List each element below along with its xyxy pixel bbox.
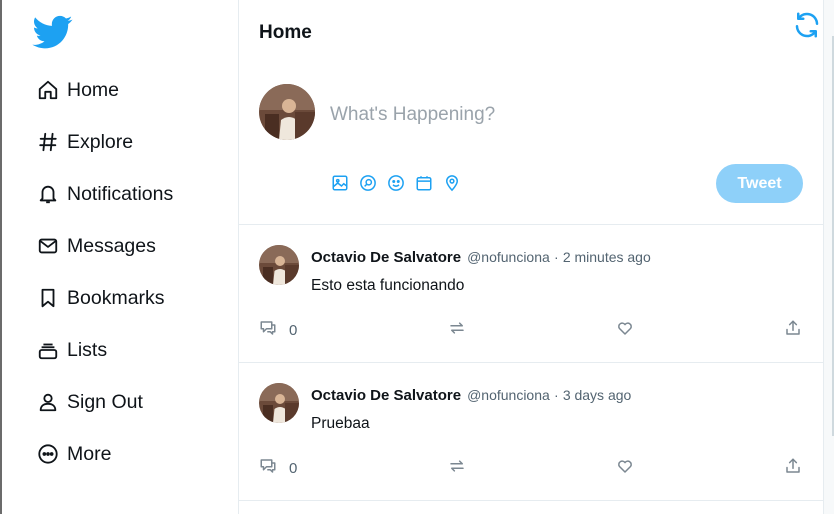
heart-icon — [616, 319, 634, 342]
reply-count: 0 — [289, 321, 298, 339]
tweet-author-handle[interactable]: @nofunciona — [467, 249, 550, 265]
avatar[interactable] — [259, 245, 299, 285]
main-feed: Home Tweet — [239, 0, 823, 514]
sidebar: Home Explore Notifications Messages Book… — [2, 0, 238, 514]
user-icon — [36, 390, 60, 414]
sidebar-item-label: Messages — [67, 234, 156, 257]
sidebar-item-home[interactable]: Home — [36, 74, 119, 106]
list-icon — [36, 338, 60, 362]
tweet-text: Esto esta funcionando — [311, 277, 465, 294]
hashtag-icon — [36, 130, 60, 154]
tweet-timestamp: 2 minutes ago — [562, 249, 651, 265]
image-icon[interactable] — [331, 174, 349, 192]
sidebar-item-label: Home — [67, 78, 120, 101]
tweet-header: Octavio De Salvatore @nofunciona · 3 days… — [311, 387, 631, 404]
heart-icon — [616, 457, 634, 480]
sidebar-item-label: Notifications — [67, 182, 174, 205]
schedule-icon[interactable] — [415, 174, 433, 192]
avatar[interactable] — [259, 383, 299, 423]
sidebar-item-label: Bookmarks — [67, 286, 165, 309]
retweet-icon — [448, 457, 466, 480]
tweet-text: Pruebaa — [311, 415, 370, 432]
tweet-separator: · — [553, 249, 559, 265]
compose-toolbar — [331, 174, 461, 192]
reply-button[interactable]: 0 — [259, 458, 297, 478]
sidebar-item-label: Sign Out — [67, 390, 143, 413]
sidebar-item-label: Lists — [67, 338, 108, 361]
more-circle-icon — [36, 442, 60, 466]
home-icon — [36, 78, 60, 102]
like-button[interactable] — [616, 320, 634, 340]
tweet-header: Octavio De Salvatore @nofunciona · 2 minu… — [311, 249, 651, 266]
bookmark-icon — [36, 286, 60, 310]
reply-icon — [259, 319, 277, 342]
envelope-icon — [36, 234, 60, 258]
tweet-button[interactable]: Tweet — [716, 164, 803, 203]
tweet-timestamp: 3 days ago — [562, 387, 632, 403]
page-title: Home — [259, 22, 312, 43]
share-button[interactable] — [784, 320, 802, 340]
tweet-author-name[interactable]: Octavio De Salvatore — [311, 249, 461, 266]
retweet-button[interactable] — [448, 320, 466, 340]
share-icon — [784, 319, 802, 342]
reply-button[interactable]: 0 — [259, 320, 297, 340]
compose-input[interactable] — [330, 104, 690, 126]
tweet-item[interactable]: Octavio De Salvatore @nofunciona · 2 minu… — [239, 225, 823, 362]
avatar[interactable] — [259, 84, 315, 140]
emoji-icon[interactable] — [387, 174, 405, 192]
bell-icon — [36, 182, 60, 206]
scrollbar[interactable] — [824, 0, 834, 514]
sidebar-item-label: Explore — [67, 130, 134, 153]
retweet-icon — [448, 319, 466, 342]
sidebar-item-sign-out[interactable]: Sign Out — [36, 386, 143, 418]
tweet-item[interactable]: Octavio De Salvatore @nofunciona · 3 days… — [239, 363, 823, 500]
like-button[interactable] — [616, 458, 634, 478]
reply-count: 0 — [289, 459, 298, 477]
sidebar-item-messages[interactable]: Messages — [36, 230, 156, 262]
sidebar-item-notifications[interactable]: Notifications — [36, 178, 173, 210]
gif-search-icon[interactable] — [359, 174, 377, 192]
sidebar-item-lists[interactable]: Lists — [36, 334, 107, 366]
location-icon[interactable] — [443, 174, 461, 192]
sidebar-item-explore[interactable]: Explore — [36, 126, 133, 158]
tweet-author-handle[interactable]: @nofunciona — [467, 387, 550, 403]
share-icon — [784, 457, 802, 480]
share-button[interactable] — [784, 458, 802, 478]
tweet-separator: · — [553, 387, 559, 403]
twitter-bird-icon[interactable] — [32, 12, 74, 52]
tweet-author-name[interactable]: Octavio De Salvatore — [311, 387, 461, 404]
sidebar-item-bookmarks[interactable]: Bookmarks — [36, 282, 165, 314]
sidebar-item-label: More — [67, 442, 112, 465]
reply-icon — [259, 457, 277, 480]
refresh-icon[interactable] — [792, 10, 822, 40]
divider — [239, 500, 823, 501]
sidebar-item-more[interactable]: More — [36, 438, 111, 470]
retweet-button[interactable] — [448, 458, 466, 478]
